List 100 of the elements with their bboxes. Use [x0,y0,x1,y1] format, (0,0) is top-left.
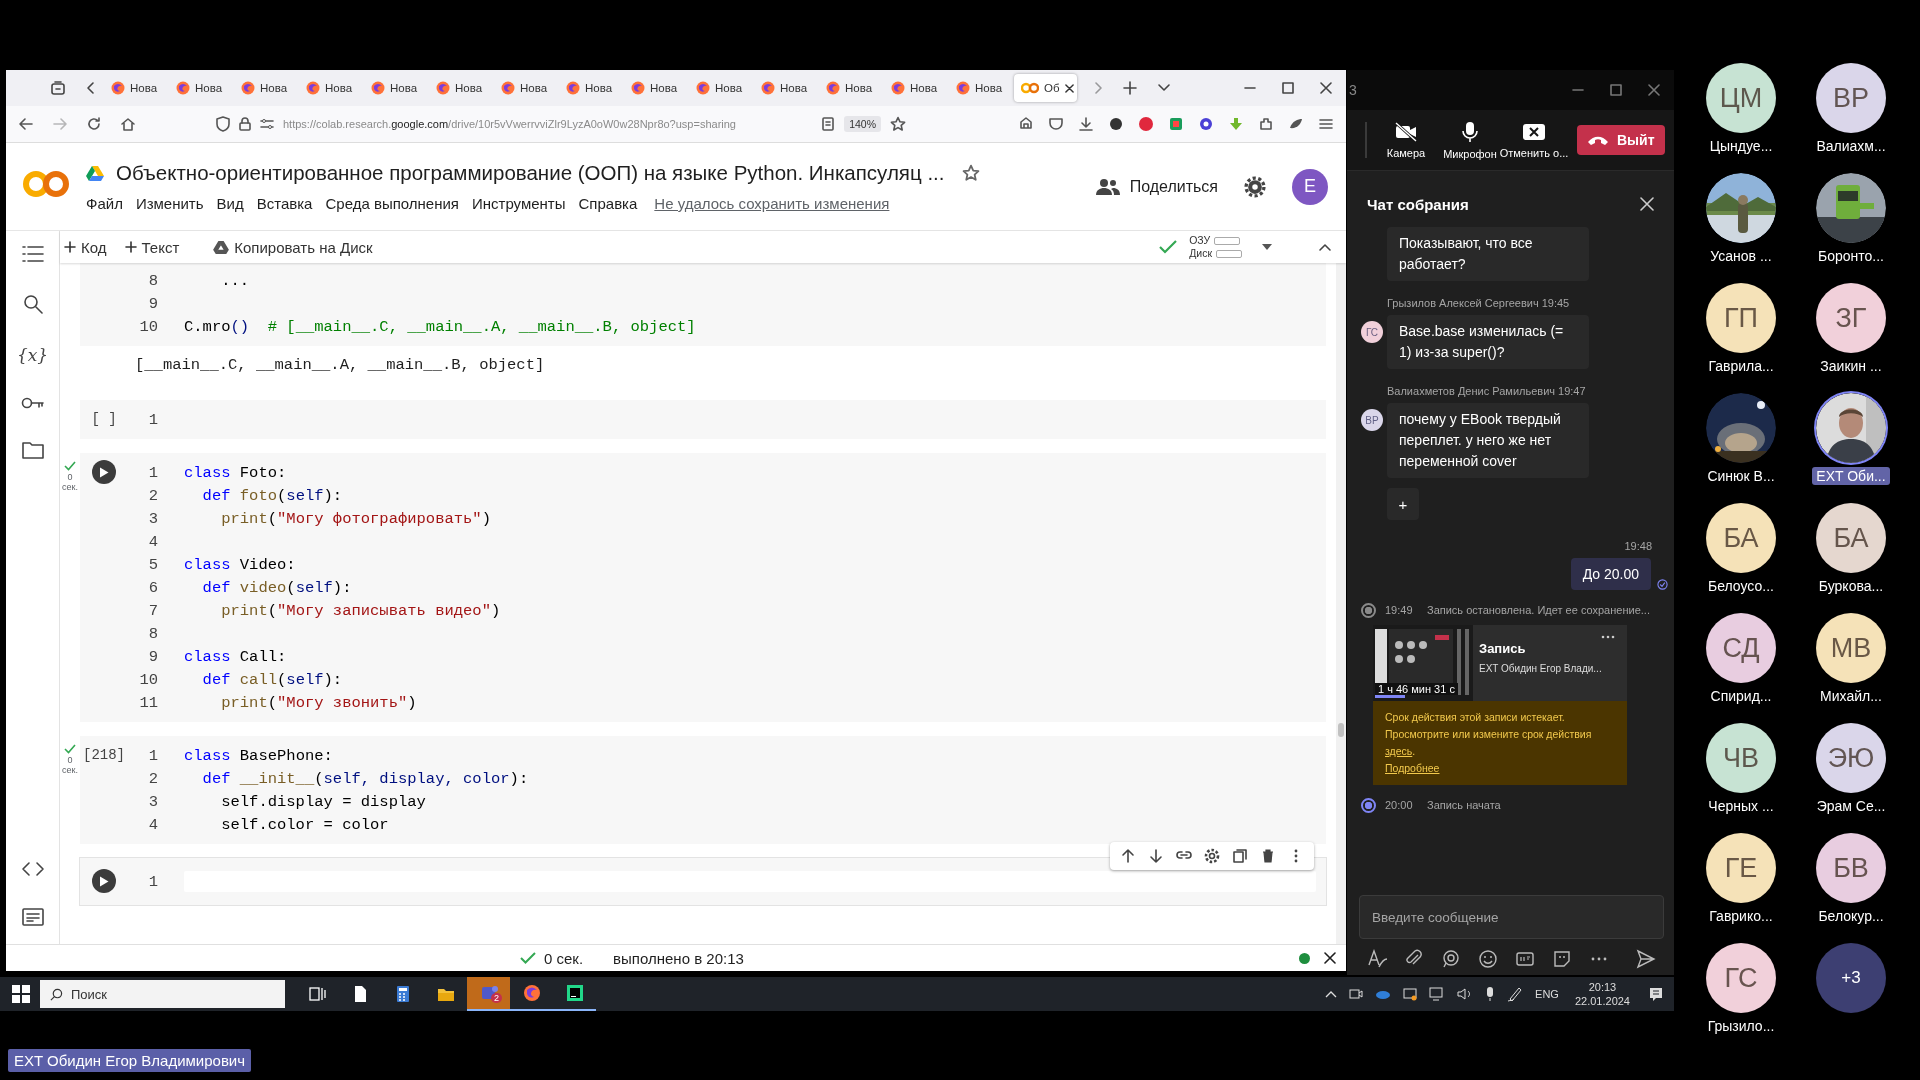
caret-down-icon[interactable] [1157,83,1171,93]
camera-icon[interactable] [1349,987,1364,1001]
taskbar-app-button[interactable]: 2 [467,977,510,1011]
save-status-link[interactable]: Не удалось сохранить изменения [654,195,890,212]
sticker-icon[interactable] [1552,949,1572,969]
reload-icon[interactable] [86,116,102,132]
code-input[interactable] [184,871,1316,892]
participant-avatar[interactable]: БВ [1816,833,1886,903]
more-options-icon[interactable] [1601,635,1615,639]
back-icon[interactable] [18,116,34,132]
participant-avatar[interactable]: ЦМ [1706,63,1776,133]
call-control-button[interactable]: Камера [1375,121,1437,159]
browser-tab[interactable]: Нова [949,74,1012,102]
menu-item[interactable]: Файл [86,195,123,212]
code-icon[interactable] [20,861,45,877]
copy-to-drive-button[interactable]: Копировать на Диск [209,238,377,256]
chevron-left-icon[interactable] [86,81,96,95]
home-icon[interactable] [120,116,136,132]
extension-icon[interactable] [1018,116,1034,132]
participant-avatar[interactable]: СД [1706,613,1776,683]
collapse-icon[interactable] [1318,242,1332,252]
browser-tab[interactable]: Об [1014,74,1077,102]
account-avatar[interactable]: E [1292,168,1328,205]
extension-icon[interactable] [1198,116,1214,132]
participant-avatar[interactable]: МВ [1816,613,1886,683]
logo-icon[interactable] [22,168,70,199]
add-cell-button[interactable]: Текст [120,238,184,256]
browser-tab[interactable]: Нова [754,74,817,102]
menu-item[interactable]: Изменить [135,195,204,212]
pen-icon[interactable] [1507,986,1524,1002]
participant-avatar[interactable]: ЭЮ [1816,723,1886,793]
menu-item[interactable]: Инструменты [471,195,566,212]
browser-tab[interactable]: Нова [884,74,947,102]
move-down-icon[interactable] [1148,848,1164,864]
code-cell[interactable]: [218] 1 class BasePhone: 2 def __init__(self, display, color): 3 self.display = display 4 self.color = color [80,736,1326,844]
code-cell[interactable]: [ ] 1 [80,400,1326,439]
terminal-icon[interactable] [21,908,44,926]
folder-icon[interactable] [21,441,44,459]
network-icon[interactable] [1429,987,1446,1001]
download-icon[interactable] [1078,116,1094,132]
zoom-badge[interactable]: 140% [844,116,881,132]
browser-tab[interactable]: Нова [169,74,232,102]
star-icon[interactable] [962,164,981,182]
screen-icon[interactable] [1403,987,1418,1001]
close-icon[interactable] [1320,82,1332,94]
menu-item[interactable]: Среда выполнения [325,195,459,212]
notifications-icon[interactable] [1648,986,1664,1002]
variables-button[interactable]: {x} [16,345,49,365]
close-icon[interactable] [1064,83,1074,93]
gif-icon[interactable] [1515,949,1535,969]
show-hidden-icon[interactable] [1325,990,1338,998]
participant-avatar[interactable]: БА [1816,503,1886,573]
browser-tab[interactable]: Нова [364,74,427,102]
browser-tab[interactable]: Нова [429,74,492,102]
participant-avatar[interactable]: БА [1706,503,1776,573]
participant-avatar[interactable]: ВР [1816,63,1886,133]
link[interactable]: Подробнее [1385,762,1440,774]
scrollbar[interactable] [1336,263,1346,944]
mirror-cell-icon[interactable] [1232,848,1248,864]
lock-icon[interactable] [239,117,251,131]
extension-icon[interactable] [1108,116,1124,132]
participant-avatar[interactable]: ГЕ [1706,833,1776,903]
reader-view-icon[interactable] [821,117,836,131]
browser-tab[interactable]: Нова [299,74,362,102]
triangle-logo-icon[interactable] [86,165,104,181]
move-up-icon[interactable] [1120,848,1136,864]
language-indicator[interactable]: ENG [1535,988,1559,1000]
add-reaction-button[interactable]: + [1387,488,1419,520]
extension-icon[interactable] [1258,116,1274,132]
search-field[interactable]: Поиск [40,980,285,1008]
run-button[interactable] [92,869,116,893]
extension-icon[interactable] [1048,116,1064,132]
participant-avatar[interactable]: ГП [1706,283,1776,353]
more-participants-button[interactable]: +3 [1816,943,1886,1013]
permissions-icon[interactable] [260,118,274,130]
participant-avatar[interactable]: ГС [1706,943,1776,1013]
bookmark-star-icon[interactable] [890,116,906,132]
maximize-icon[interactable] [1610,84,1622,96]
close-icon[interactable] [1324,952,1336,964]
code-cell[interactable]: 1 class Foto: 2 def foto(self): 3 print("Могу фотографировать") 4 5 class Video: 6 def video(self): 7 print("Могу записывать видео") 8 9 class Call: 10 def call(self): 11 print("Могу звонить") [80,453,1326,722]
menu-item[interactable]: Вставка [256,195,313,212]
browser-tab[interactable]: Нова [819,74,882,102]
search-icon[interactable] [22,294,43,314]
key-icon[interactable] [20,396,45,410]
browser-tab[interactable]: Нова [494,74,557,102]
browser-tab[interactable]: Нова [104,74,167,102]
menu-item[interactable]: Вид [216,195,244,212]
add-cell-button[interactable]: Код [60,238,111,256]
format-icon[interactable] [1367,949,1387,969]
settings-icon[interactable] [1244,175,1266,198]
call-control-button[interactable]: Микрофон [1439,120,1501,160]
settings-icon[interactable] [1204,848,1220,864]
delete-icon[interactable] [1260,848,1276,864]
code-cell[interactable]: 8 ... 9 10 C.mro() # [__main__.C, __main__.A, __main__.B, object] [80,263,1326,346]
participant-avatar[interactable]: ЧВ [1706,723,1776,793]
cloud-icon[interactable] [1375,988,1392,1000]
menu-item[interactable]: Справка [578,195,638,212]
new-tab-icon[interactable] [1123,81,1137,95]
tab-list-icon[interactable] [50,80,66,96]
code-cell[interactable]: 1 [80,858,1326,905]
